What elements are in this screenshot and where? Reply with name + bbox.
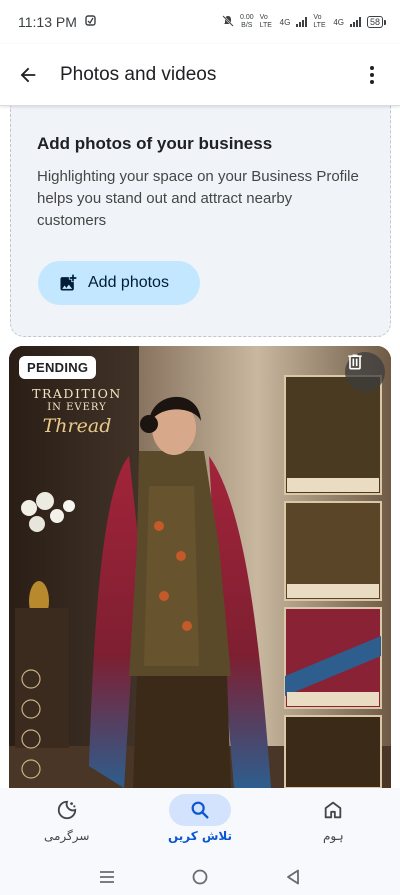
home-button[interactable] (180, 862, 220, 892)
add-photos-description: Highlighting your space on your Business… (37, 168, 359, 229)
sim2-type: Vo LTE (313, 14, 326, 29)
sim1-type: Vo LTE (259, 14, 272, 29)
status-bar: 11:13 PM 0.00 B/S Vo LTE 4G Vo LTE 4G 58 (0, 0, 400, 44)
nav-label-home: ہوم (322, 829, 344, 843)
search-icon (191, 801, 209, 819)
add-photo-icon (60, 274, 77, 291)
add-photos-heading: Add photos of your business (37, 134, 273, 153)
back-button[interactable] (2, 51, 54, 99)
net-speed-unit: B/S (241, 22, 253, 29)
recents-button[interactable] (87, 862, 127, 892)
system-navigation (0, 858, 400, 895)
home-icon (325, 801, 342, 819)
mute-icon (222, 15, 234, 29)
page-title: Photos and videos (60, 63, 217, 85)
battery-icon: 58 (366, 16, 386, 28)
status-time: 11:13 PM (18, 14, 77, 30)
bottom-navigation: سرگرمی تلاش کریں ہوم (0, 788, 400, 858)
sim2-gen: 4G (333, 17, 344, 27)
signal-icon (349, 17, 361, 27)
nav-label-activity: سرگرمی (43, 829, 90, 843)
poster-caption: TRADITION IN EVERY Thread (23, 386, 131, 437)
delete-button[interactable] (345, 352, 385, 392)
net-speed: 0.00 B/S (240, 14, 254, 30)
more-vert-icon (370, 65, 374, 70)
activity-icon (57, 800, 76, 820)
nav-item-home[interactable]: ہوم (267, 788, 400, 858)
add-photos-card: Add photos of your business Highlighting… (10, 106, 391, 337)
poster-line1: TRADITION (32, 386, 122, 401)
business-photo[interactable]: TRADITION IN EVERY Thread PENDING (9, 346, 391, 788)
home-circle-icon (192, 869, 208, 884)
nav-item-activity[interactable]: سرگرمی (0, 788, 133, 858)
poster-line2: IN EVERY (47, 402, 107, 413)
notification-app-icon (85, 15, 96, 29)
battery-level: 58 (366, 16, 383, 28)
signal-icon (296, 17, 308, 27)
add-photos-label: Add photos (88, 274, 169, 291)
nav-label-search: تلاش کریں (167, 829, 233, 843)
nav-item-search[interactable]: تلاش کریں (133, 788, 266, 858)
recents-icon (99, 870, 114, 883)
system-back-button[interactable] (273, 862, 313, 892)
sim1-gen: 4G (279, 17, 291, 27)
app-bar: Photos and videos (0, 44, 400, 106)
more-options-button[interactable] (352, 51, 392, 99)
poster-line3: Thread (42, 415, 112, 437)
status-badge: PENDING (19, 356, 97, 379)
arrow-back-icon (20, 67, 36, 82)
net-speed-value: 0.00 (240, 14, 254, 21)
add-photos-button[interactable]: Add photos (38, 261, 200, 305)
trash-icon (348, 354, 362, 370)
triangle-back-icon (287, 869, 300, 884)
